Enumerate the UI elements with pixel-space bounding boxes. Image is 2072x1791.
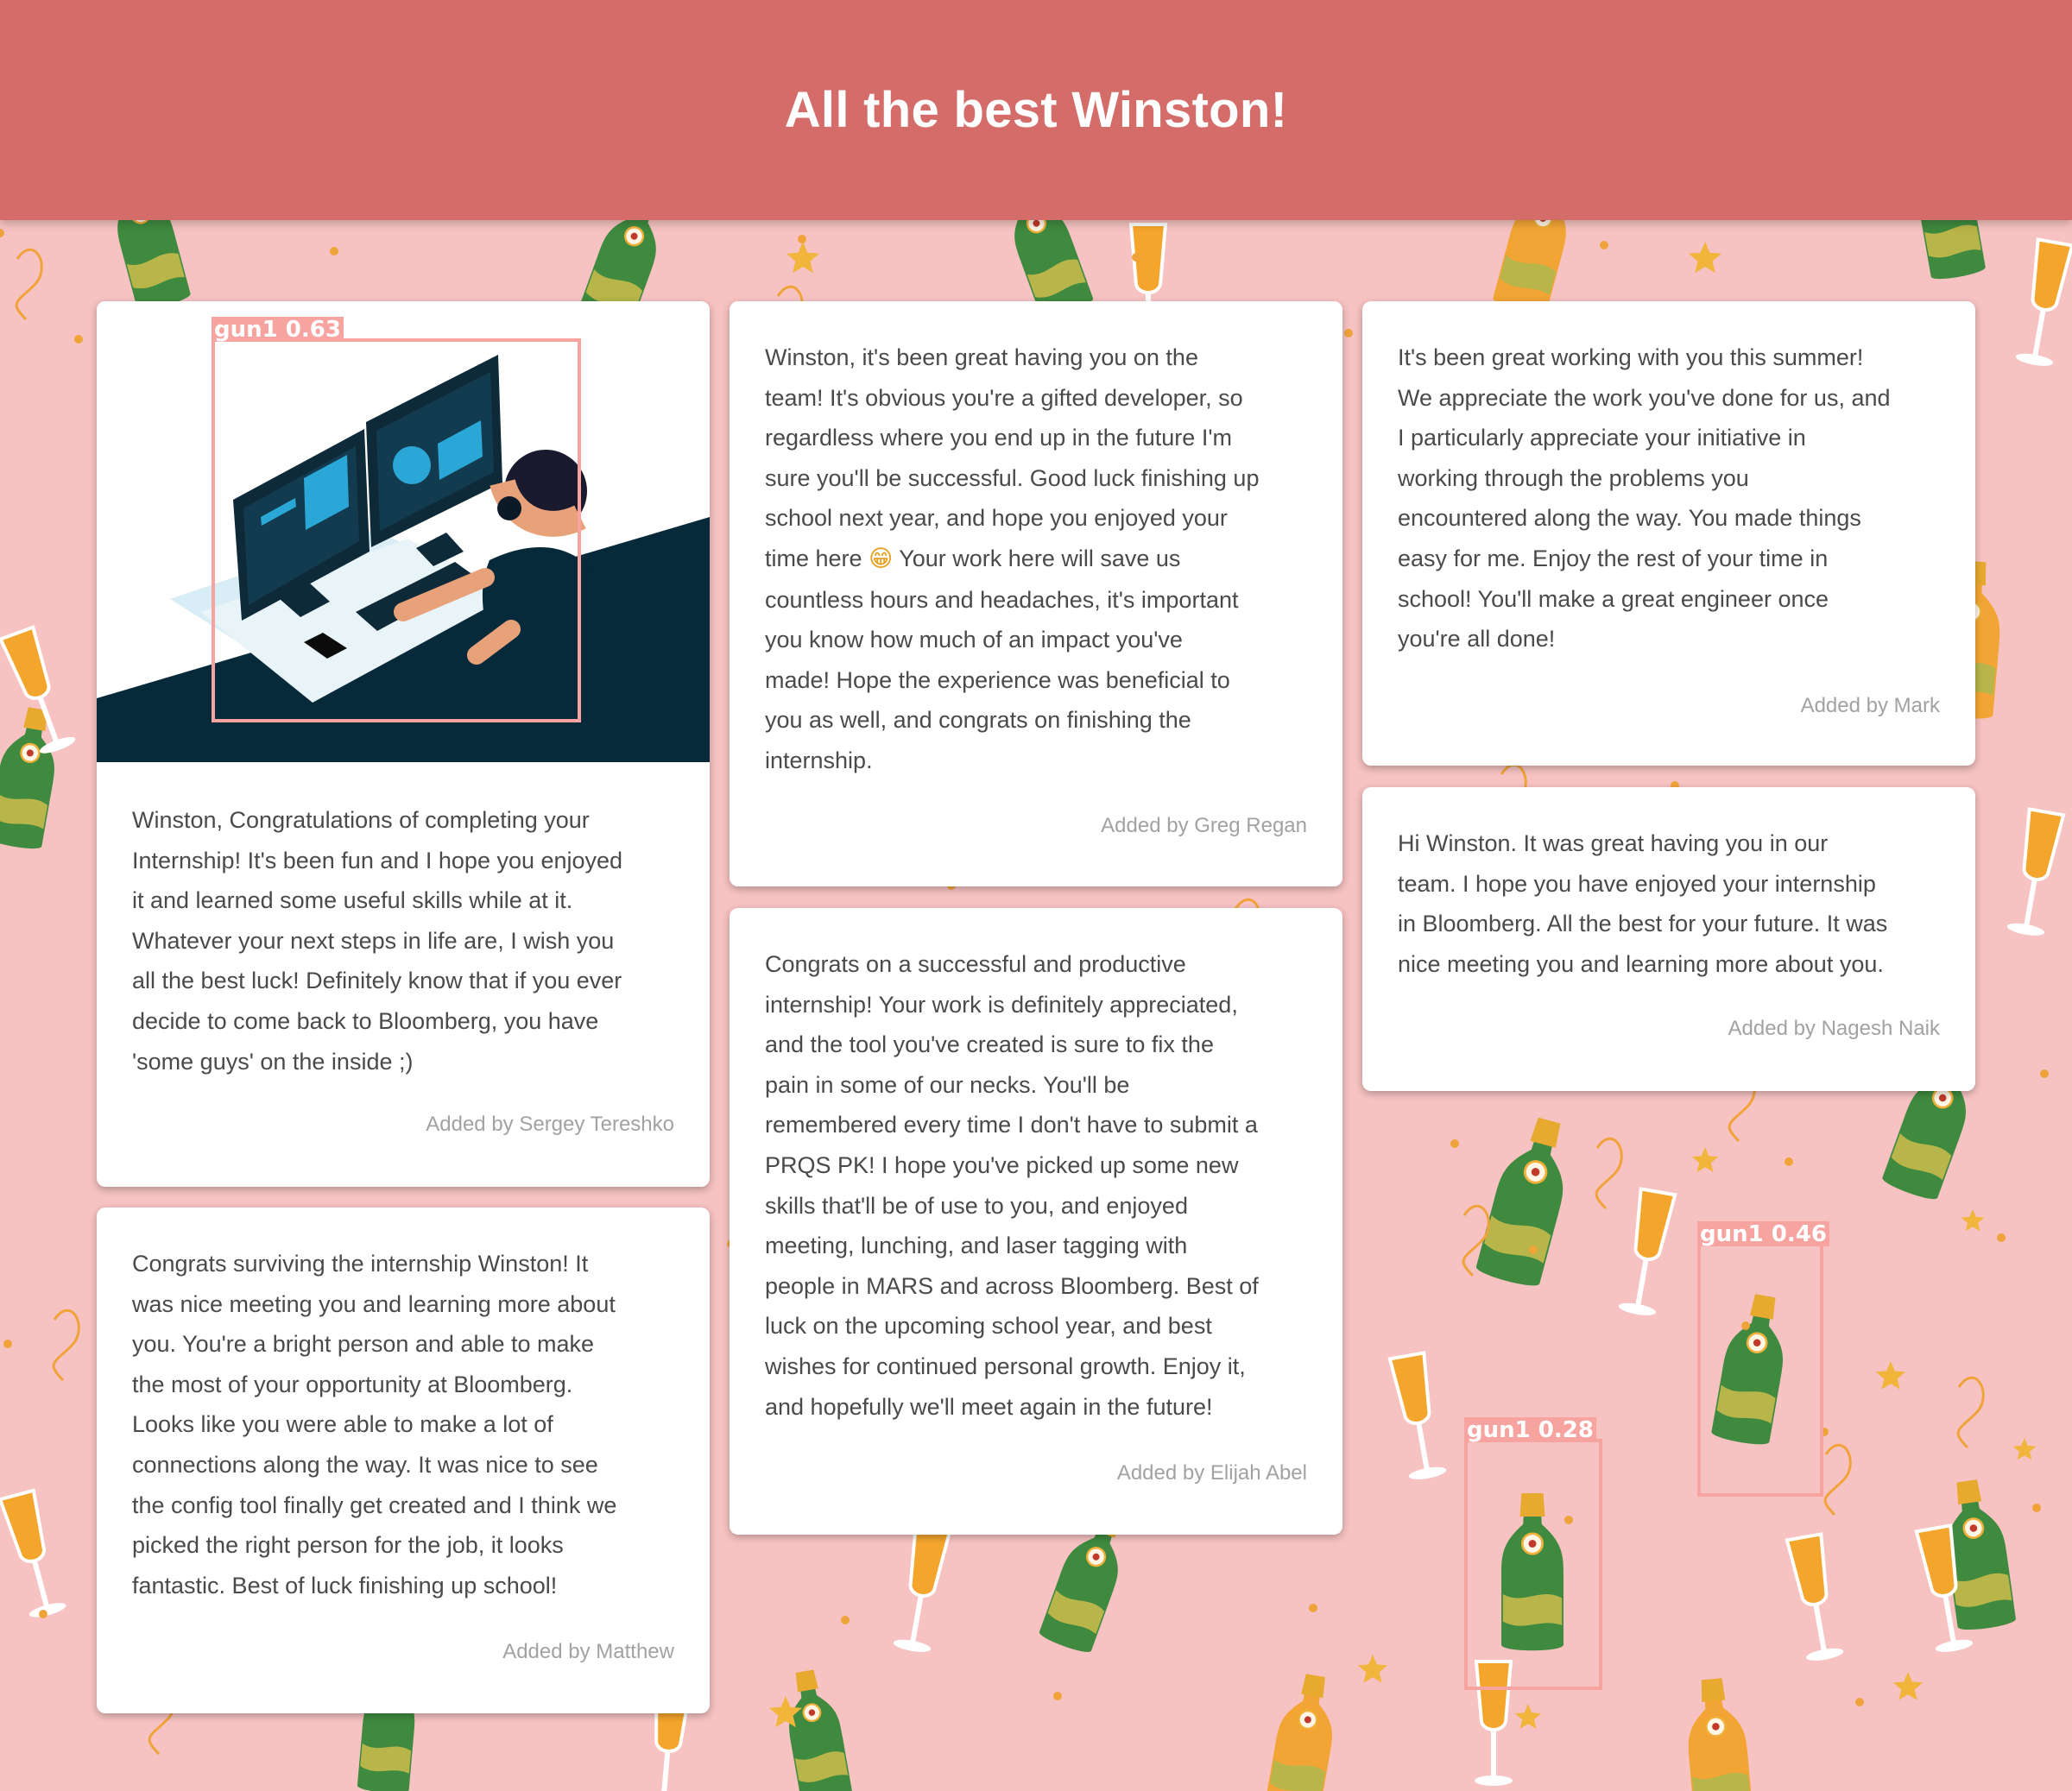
champagne-glass-icon xyxy=(0,1488,66,1618)
dot-confetti-icon xyxy=(74,335,83,344)
champagne-bottle-icon xyxy=(1265,1674,1332,1791)
grinning-face-emoji-icon: 😁 xyxy=(869,545,894,572)
star-confetti-icon xyxy=(2012,1438,2037,1460)
card-message-part: Your work here will save us countless ho… xyxy=(765,545,1239,773)
dot-confetti-icon xyxy=(2032,1504,2041,1512)
card-author: Added by Greg Regan xyxy=(1101,814,1307,837)
star-confetti-icon xyxy=(1875,1361,1906,1390)
dot-confetti-icon xyxy=(2040,1069,2049,1078)
star-confetti-icon xyxy=(1514,1704,1542,1729)
dot-confetti-icon xyxy=(1600,241,1608,249)
dot-confetti-icon xyxy=(1741,1321,1750,1330)
dot-confetti-icon xyxy=(1564,1516,1573,1524)
star-confetti-icon xyxy=(1689,242,1721,274)
dot-confetti-icon xyxy=(1053,1692,1062,1700)
card-message: Winston, Congratulations of completing y… xyxy=(132,807,623,1075)
champagne-glass-icon xyxy=(1785,1532,1844,1661)
developer-at-computer-illustration xyxy=(97,355,710,762)
star-confetti-icon xyxy=(1691,1147,1719,1172)
dot-confetti-icon xyxy=(841,1616,850,1624)
card-message-part: Winston, it's been great having you on t… xyxy=(765,344,1260,571)
champagne-glass-icon xyxy=(1618,1187,1677,1315)
card-message: Winston, it's been great having you on t… xyxy=(730,337,1342,781)
dot-confetti-icon xyxy=(1855,1698,1864,1706)
dot-confetti-icon xyxy=(1450,1139,1459,1148)
champagne-glass-icon xyxy=(2006,807,2066,936)
dot-confetti-icon xyxy=(1997,1233,2006,1242)
champagne-bottle-icon xyxy=(1475,1117,1563,1286)
star-confetti-icon xyxy=(1892,1672,1924,1700)
message-card: Congrats on a successful and productive … xyxy=(730,908,1342,1535)
card-author: Added by Matthew xyxy=(502,1640,674,1663)
dot-confetti-icon xyxy=(1785,1157,1793,1166)
ribbon-confetti-icon xyxy=(1956,1376,1985,1449)
dot-confetti-icon xyxy=(1132,253,1140,262)
message-card: It's been great working with you this su… xyxy=(1362,301,1975,766)
dot-confetti-icon xyxy=(1344,329,1353,337)
champagne-bottle-icon xyxy=(1688,1678,1753,1791)
message-card: Hi Winston. It was great having you in o… xyxy=(1362,787,1975,1091)
dot-confetti-icon xyxy=(330,247,338,255)
card-author: Added by Sergey Tereshko xyxy=(426,1113,674,1136)
card-author: Added by Elijah Abel xyxy=(1116,1461,1307,1485)
champagne-glass-icon xyxy=(2015,237,2072,366)
champagne-bottle-icon xyxy=(1711,1294,1783,1445)
champagne-glass-icon xyxy=(1387,1351,1447,1479)
card-message: Congrats on a successful and productive … xyxy=(765,951,1259,1420)
card-author: Added by Mark xyxy=(1800,694,1940,717)
champagne-bottle-icon xyxy=(1501,1493,1563,1651)
card-author: Added by Nagesh Naik xyxy=(1728,1017,1940,1040)
message-card: Winston, Congratulations of completing y… xyxy=(97,301,710,1187)
champagne-bottle-icon xyxy=(789,1669,852,1791)
dot-confetti-icon xyxy=(1309,1604,1317,1612)
star-confetti-icon xyxy=(786,242,819,274)
champagne-glass-icon xyxy=(893,1523,952,1652)
ribbon-confetti-icon xyxy=(15,248,43,321)
ribbon-confetti-icon xyxy=(1595,1137,1623,1210)
dot-confetti-icon xyxy=(1529,1246,1538,1254)
card-message: Congrats surviving the internship Winsto… xyxy=(132,1251,617,1599)
dot-confetti-icon xyxy=(0,229,4,237)
dot-confetti-icon xyxy=(798,235,806,243)
message-card: Congrats surviving the internship Winsto… xyxy=(97,1208,710,1713)
card-illustration xyxy=(97,301,710,762)
dot-confetti-icon xyxy=(3,1340,12,1348)
star-confetti-icon xyxy=(1961,1209,1985,1232)
dot-confetti-icon xyxy=(39,1610,47,1618)
board-header: All the best Winston! xyxy=(0,0,2072,220)
champagne-glass-icon xyxy=(1474,1660,1513,1786)
dot-confetti-icon xyxy=(1820,1428,1829,1436)
ribbon-confetti-icon xyxy=(52,1309,80,1382)
champagne-bottle-icon xyxy=(0,707,54,849)
card-message: It's been great working with you this su… xyxy=(1398,344,1891,653)
message-card: Winston, it's been great having you on t… xyxy=(730,301,1342,886)
star-confetti-icon xyxy=(1357,1655,1388,1683)
page-title: All the best Winston! xyxy=(784,82,1288,138)
card-message: Hi Winston. It was great having you in o… xyxy=(1398,830,1888,977)
ribbon-confetti-icon xyxy=(1823,1443,1852,1517)
